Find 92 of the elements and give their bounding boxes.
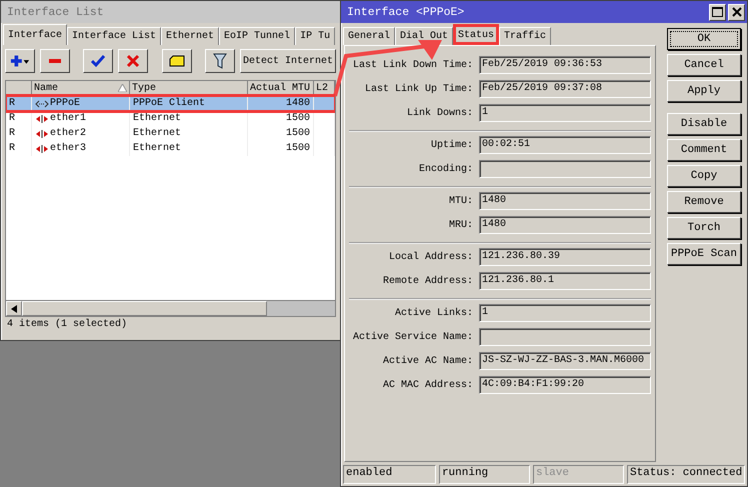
maximize-icon [712, 7, 723, 17]
dialog-button[interactable]: PPPoE Scan [667, 243, 741, 265]
read-only-field: 1480 [479, 216, 651, 234]
checkmark-icon [91, 54, 106, 68]
table-cell: 1500 [248, 141, 314, 156]
tab[interactable]: Ethernet [161, 27, 220, 45]
table-cell: R [6, 141, 32, 156]
window-title: Interface <PPPoE> [347, 6, 464, 18]
table-row[interactable]: R ether1 Ethernet 1500 [6, 111, 335, 126]
field-label: MRU: [448, 220, 473, 230]
dialog-button[interactable]: Disable [667, 113, 741, 135]
field-label: Active Links: [394, 308, 473, 318]
left-arrow-icon [11, 304, 17, 312]
tab[interactable]: General [343, 27, 396, 45]
status-cell: Status: connected [626, 465, 745, 484]
tab[interactable]: Dial Out [395, 27, 454, 45]
field-label: Remote Address: [382, 276, 473, 286]
field-label: Active Service Name: [352, 332, 473, 342]
close-icon [732, 7, 742, 17]
read-only-field: Feb/25/2019 09:37:08 [479, 80, 651, 98]
dialog-button[interactable]: Copy [667, 165, 741, 187]
field-label: Encoding: [418, 164, 473, 174]
maximize-button[interactable] [709, 4, 726, 20]
field-label: Last Link Up Time: [364, 84, 473, 94]
tab[interactable]: Interface [3, 24, 68, 45]
read-only-field: 00:02:51 [479, 136, 651, 154]
table-cell: Ethernet [130, 141, 248, 156]
ethernet-icon [35, 114, 49, 122]
table-row[interactable]: R ether3 Ethernet 1500 [6, 141, 335, 156]
filter-icon [212, 53, 227, 69]
tunnel-icon [35, 100, 49, 108]
dialog-button[interactable]: Remove [667, 191, 741, 213]
field-label: Local Address: [388, 252, 473, 262]
dialog-button[interactable]: Cancel [667, 54, 741, 76]
tab[interactable]: EoIP Tunnel [219, 27, 296, 45]
read-only-field: 1480 [479, 192, 651, 210]
sort-arrow-icon [118, 84, 127, 92]
read-only-field: JS-SZ-WJ-ZZ-BAS-3.MAN.M6000 [479, 352, 651, 370]
disable-button[interactable] [118, 49, 148, 73]
tab[interactable]: IP Tu [295, 27, 336, 45]
tab[interactable]: Status [453, 24, 500, 45]
table-cell: Ethernet [130, 126, 248, 141]
field-label: Link Downs: [406, 108, 473, 118]
dialog-button[interactable]: Comment [667, 139, 741, 161]
table-cell: ether3 [50, 143, 86, 154]
field-label: MTU: [448, 196, 473, 206]
add-button[interactable] [5, 49, 35, 73]
read-only-field: 1 [479, 104, 651, 122]
read-only-field: 4C:09:B4:F1:99:20 [479, 376, 651, 394]
read-only-field: Feb/25/2019 09:36:53 [479, 56, 651, 74]
table-cell: ether2 [50, 128, 86, 139]
ethernet-icon [35, 130, 49, 138]
table-cell: R [6, 111, 32, 126]
read-only-field: 121.236.80.39 [479, 248, 651, 266]
cross-icon [126, 54, 140, 68]
remove-button[interactable] [40, 49, 70, 73]
field-label: Active AC Name: [382, 356, 473, 366]
tab[interactable]: Interface List [67, 27, 162, 45]
status-text: 4 items (1 selected) [6, 318, 128, 332]
field-label: Last Link Down Time: [352, 60, 473, 70]
enable-button[interactable] [83, 49, 114, 73]
comment-button[interactable] [162, 49, 192, 73]
field-label: Uptime: [430, 140, 473, 150]
table-cell: R [6, 126, 32, 141]
window-title: Interface List [1, 1, 340, 23]
table-row[interactable]: R ether2 Ethernet 1500 [6, 126, 335, 141]
status-cell: slave [532, 465, 624, 484]
ethernet-icon [35, 144, 49, 152]
dialog-button[interactable]: Torch [667, 217, 741, 239]
status-cell: enabled [343, 465, 436, 484]
tab[interactable]: Traffic [499, 27, 552, 45]
table-cell: PPPoE [50, 98, 80, 109]
table-cell: R [6, 96, 32, 111]
table-cell: 1500 [248, 111, 314, 126]
table-cell: ether1 [50, 113, 86, 124]
read-only-field: 121.236.80.1 [479, 272, 651, 290]
table-cell: 1480 [248, 96, 314, 111]
field-label: AC MAC Address: [382, 380, 473, 390]
table-row[interactable]: R PPPoE PPPoE Client 1480 [6, 96, 335, 111]
status-cell: running [438, 465, 530, 484]
close-button[interactable] [728, 4, 745, 20]
table-cell: PPPoE Client [130, 96, 248, 111]
table-cell: 1500 [248, 126, 314, 141]
filter-button[interactable] [204, 49, 235, 73]
read-only-field: 1 [479, 304, 651, 322]
note-icon [168, 55, 185, 67]
detect-internet-button[interactable]: Detect Internet [240, 49, 336, 73]
horizontal-scrollbar[interactable] [5, 301, 336, 317]
table-cell: Ethernet [130, 111, 248, 126]
plus-icon [10, 54, 30, 68]
dialog-button[interactable]: OK [667, 28, 741, 50]
dialog-button[interactable]: Apply [667, 80, 741, 102]
